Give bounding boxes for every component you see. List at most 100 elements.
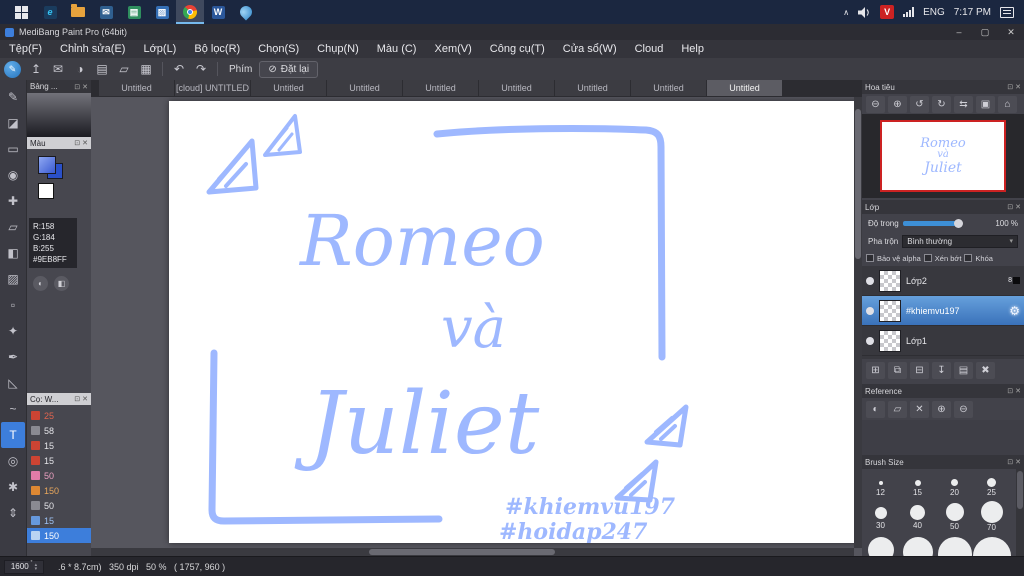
menu-item-chon[interactable]: Chọn(S) (249, 43, 308, 55)
menu-item-chinh-sua[interactable]: Chỉnh sửa(E) (51, 43, 134, 55)
new-layer-button[interactable]: ⊞ (866, 361, 885, 379)
document-button[interactable]: ▤ (92, 60, 112, 78)
brush-size-scrollbar[interactable] (1016, 469, 1024, 556)
taskbar-app-store[interactable]: ▤ (120, 0, 148, 24)
document-tab-active[interactable]: Untitled (707, 80, 782, 96)
reference-open-button[interactable]: ▱ (888, 400, 907, 418)
close-panel-icon[interactable]: ✕ (1015, 458, 1021, 466)
grid-button[interactable]: ▦ (136, 60, 156, 78)
layer-options-button[interactable]: ⊟ (910, 361, 929, 379)
menu-item-lop[interactable]: Lớp(L) (134, 43, 185, 55)
spinner-arrows[interactable]: ▴ ▾ (35, 562, 38, 571)
brush-size-option[interactable]: 50 (936, 501, 973, 532)
palette-button[interactable]: ◑ (70, 60, 90, 78)
brush-size-option[interactable] (972, 537, 1011, 556)
layer-visibility-icon[interactable] (866, 276, 874, 285)
document-tab[interactable]: Untitled (251, 80, 326, 96)
color-bar-button[interactable]: ◧ (54, 276, 69, 291)
float-panel-icon[interactable]: ⊡ (1007, 83, 1013, 91)
secondary-color-swatch[interactable] (38, 183, 54, 199)
brush-item[interactable]: 50 (27, 498, 91, 513)
rotate-right-button[interactable]: ↻ (932, 95, 951, 113)
comment-button[interactable]: ✉ (48, 60, 68, 78)
close-button[interactable]: ✕ (998, 24, 1024, 40)
transform-tool[interactable]: ▱ (1, 214, 25, 240)
document-tab[interactable]: Untitled (555, 80, 630, 96)
menu-item-mau[interactable]: Màu (C) (368, 43, 426, 55)
brush-item-selected[interactable]: 150 (27, 528, 91, 543)
brush-item[interactable]: 50 (27, 468, 91, 483)
brush-size-option[interactable]: 15 (899, 475, 936, 497)
taskbar-app-edge[interactable]: e (36, 0, 64, 24)
close-panel-icon[interactable]: ✕ (1015, 83, 1021, 91)
layer-row-selected[interactable]: #khiemvu197 ⚙ (862, 296, 1024, 326)
windows-start-button[interactable] (6, 0, 36, 24)
brush-item[interactable]: 150 (27, 483, 91, 498)
brush-size-option[interactable] (899, 537, 936, 556)
close-panel-icon[interactable]: ✕ (1015, 203, 1021, 211)
opacity-slider-thumb[interactable] (953, 218, 963, 228)
opacity-slider[interactable] (902, 218, 963, 228)
navigator-preview-area[interactable]: Romeo và Juliet (862, 114, 1024, 198)
brush-size-option[interactable] (936, 537, 973, 556)
brush-item[interactable]: 25 (27, 408, 91, 423)
menu-item-xem[interactable]: Xem(V) (425, 43, 480, 55)
reset-view-button[interactable]: ⌂ (998, 95, 1017, 113)
layer-row[interactable]: Lớp2 8 (862, 266, 1024, 296)
document-tab[interactable]: [cloud] UNTITLED (175, 80, 250, 96)
canvas-viewport[interactable]: Romeo và Juliet #khiemvu197 #hoidap247 (91, 97, 862, 556)
menu-item-help[interactable]: Help (672, 43, 713, 55)
navigator-thumbnail[interactable]: Romeo và Juliet (880, 120, 1006, 192)
blend-mode-select[interactable]: Bình thường ▾ (902, 234, 1018, 248)
document-tab[interactable]: Untitled (99, 80, 174, 96)
brush-item[interactable]: 58 (27, 423, 91, 438)
zoom-out-button[interactable]: ⊖ (866, 95, 885, 113)
menu-item-chup[interactable]: Chụp(N) (308, 43, 368, 55)
network-icon[interactable] (903, 7, 915, 17)
taskbar-app-paint[interactable] (232, 0, 260, 24)
brush-size-option[interactable]: 70 (973, 501, 1010, 532)
float-panel-icon[interactable]: ⊡ (74, 139, 80, 147)
notification-center-icon[interactable] (1000, 6, 1014, 18)
speaker-icon[interactable] (858, 6, 871, 18)
redo-button[interactable]: ↷ (191, 60, 211, 78)
layer-folder-button[interactable]: ▤ (954, 361, 973, 379)
foreground-color-swatch[interactable] (38, 156, 56, 174)
protect-alpha-checkbox[interactable] (866, 254, 874, 262)
zoom-in-button[interactable]: ⊕ (888, 95, 907, 113)
brush-size-option[interactable]: 20 (936, 475, 973, 497)
float-panel-icon[interactable]: ⊡ (74, 83, 80, 91)
minimize-button[interactable]: – (946, 24, 972, 40)
unikey-icon[interactable]: V (880, 5, 895, 19)
pages-button[interactable]: ▱ (114, 60, 134, 78)
taskbar-app-chrome[interactable] (176, 0, 204, 24)
magic-wand-tool[interactable]: ✦ (1, 318, 25, 344)
float-panel-icon[interactable]: ⊡ (1007, 458, 1013, 466)
document-tab[interactable]: Untitled (631, 80, 706, 96)
rotate-left-button[interactable]: ↺ (910, 95, 929, 113)
taskbar-app-photos[interactable]: ▨ (148, 0, 176, 24)
document-tab[interactable]: Untitled (327, 80, 402, 96)
eraser-tool[interactable]: ◪ (1, 110, 25, 136)
taskbar-app-word[interactable]: W (204, 0, 232, 24)
polygon-tool[interactable]: ◺ (1, 370, 25, 396)
select-pen-tool[interactable]: ✒ (1, 344, 25, 370)
lock-checkbox[interactable] (964, 254, 973, 262)
layer-settings-gear-icon[interactable]: ⚙ (1009, 304, 1020, 318)
hand-tool[interactable]: ✱ (1, 474, 25, 500)
pen-tool[interactable]: ✎ (1, 84, 25, 110)
reference-zoom-out-button[interactable]: ⊖ (954, 400, 973, 418)
taskbar-app-explorer[interactable] (64, 0, 92, 24)
undo-button[interactable]: ↶ (169, 60, 189, 78)
color-picker-area[interactable] (27, 93, 91, 137)
float-panel-icon[interactable]: ⊡ (1007, 203, 1013, 211)
vertical-scrollbar-thumb[interactable] (855, 109, 861, 259)
text-tool[interactable]: T (1, 422, 25, 448)
zoom-spinner[interactable]: 1600 ˚ ▴ ▾ (4, 559, 44, 574)
float-panel-icon[interactable]: ⊡ (1007, 387, 1013, 395)
select-area-tool[interactable]: ▫ (1, 292, 25, 318)
horizontal-scrollbar-thumb[interactable] (369, 549, 555, 555)
brush-size-scrollbar-thumb[interactable] (1017, 471, 1023, 509)
move-tool[interactable]: ✚ (1, 188, 25, 214)
brush-item[interactable]: 15 (27, 513, 91, 528)
